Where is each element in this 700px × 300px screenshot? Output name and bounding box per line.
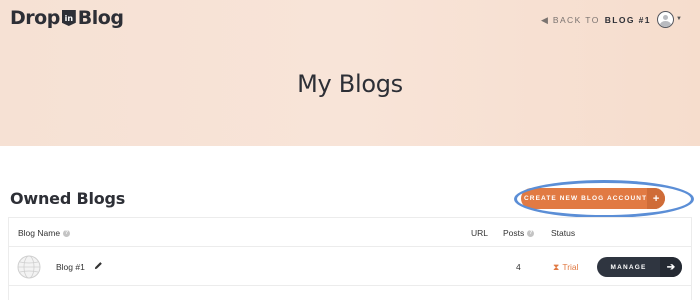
highlight-annotation — [514, 180, 694, 218]
question-circle-icon[interactable]: ? — [63, 229, 71, 237]
blog-name[interactable]: Blog #1 — [56, 261, 85, 273]
hourglass-icon: ⧗ — [553, 261, 560, 272]
column-label-blog-name: Blog Name — [18, 228, 61, 238]
section-title: Owned Blogs — [10, 189, 126, 208]
column-header-posts: Posts ? — [503, 227, 535, 239]
column-header-status: Status — [551, 227, 575, 239]
back-link-target: BLOG #1 — [604, 15, 651, 25]
logo-badge: in — [61, 10, 76, 26]
page-title: My Blogs — [297, 70, 403, 98]
user-menu[interactable]: ▼ — [657, 9, 682, 29]
globe-icon — [17, 255, 41, 279]
manage-button[interactable]: MANAGE ➔ — [597, 257, 682, 277]
column-header-url: URL — [471, 227, 488, 239]
question-circle-icon[interactable]: ? — [527, 229, 535, 237]
status-label: Trial — [562, 262, 579, 272]
dropinblog-logo[interactable]: Drop in Blog — [10, 6, 124, 30]
logo-text-left: Drop — [10, 7, 60, 29]
back-to-blog-link[interactable]: ◀ BACK TO BLOG #1 — [541, 13, 651, 27]
column-label-status: Status — [551, 228, 576, 238]
posts-count: 4 — [516, 262, 521, 272]
back-link-prefix: BACK TO — [552, 15, 600, 25]
blogs-table — [8, 217, 692, 300]
manage-button-label: MANAGE — [610, 263, 647, 271]
column-label-url: URL — [471, 228, 489, 238]
arrow-right-icon: ➔ — [660, 257, 682, 277]
user-avatar-icon — [657, 10, 674, 28]
column-header-blog-name: Blog Name ? — [18, 227, 71, 239]
logo-text-right: Blog — [77, 7, 124, 29]
column-label-posts: Posts — [503, 228, 525, 238]
chevron-down-icon: ▼ — [676, 16, 682, 22]
header-divider — [8, 246, 692, 247]
status-badge: ⧗ Trial — [553, 261, 579, 273]
pencil-icon[interactable] — [94, 261, 103, 270]
hero-banner: Drop in Blog ◀ BACK TO BLOG #1 ▼ My Blog… — [0, 0, 700, 146]
arrow-left-icon: ◀ — [541, 14, 548, 25]
row-divider — [8, 285, 692, 286]
